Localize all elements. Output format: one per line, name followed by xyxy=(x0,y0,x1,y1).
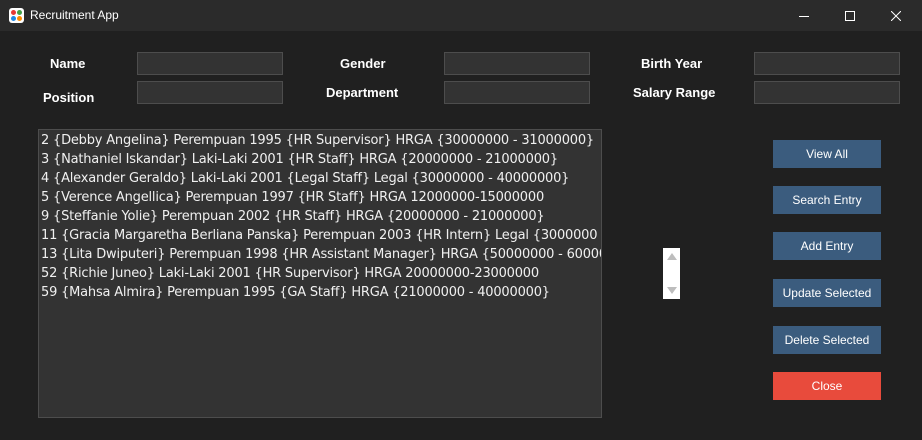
list-item[interactable]: 5 {Verence Angellica} Perempuan 1997 {HR… xyxy=(41,190,544,209)
add-entry-button[interactable]: Add Entry xyxy=(773,232,881,260)
list-item[interactable]: 13 {Lita Dwiputeri} Perempuan 1998 {HR A… xyxy=(41,247,601,266)
close-button[interactable]: Close xyxy=(773,372,881,400)
entries-listbox[interactable]: 2 {Debby Angelina} Perempuan 1995 {HR Su… xyxy=(38,129,602,418)
birth-year-field[interactable] xyxy=(754,52,900,75)
window-close-button[interactable] xyxy=(873,0,919,31)
title-bar: Recruitment App xyxy=(0,0,922,31)
birth-year-label: Birth Year xyxy=(641,56,703,71)
update-selected-button[interactable]: Update Selected xyxy=(773,279,881,307)
name-label: Name xyxy=(50,56,86,71)
position-field[interactable] xyxy=(137,81,283,104)
scroll-down-arrow-icon[interactable] xyxy=(667,287,677,294)
list-item[interactable]: 4 {Alexander Geraldo} Laki-Laki 2001 {Le… xyxy=(41,171,569,190)
window-title: Recruitment App xyxy=(30,8,119,22)
list-item[interactable]: 3 {Nathaniel Iskandar} Laki-Laki 2001 {H… xyxy=(41,152,558,171)
list-item[interactable]: 59 {Mahsa Almira} Perempuan 1995 {GA Sta… xyxy=(41,285,550,304)
view-all-button[interactable]: View All xyxy=(773,140,881,168)
minimize-button[interactable] xyxy=(781,0,827,31)
salary-range-label: Salary Range xyxy=(633,85,716,100)
app-icon xyxy=(9,8,24,23)
scroll-up-arrow-icon[interactable] xyxy=(667,253,677,260)
maximize-button[interactable] xyxy=(827,0,873,31)
department-label: Department xyxy=(326,85,399,100)
close-icon xyxy=(891,10,901,21)
gender-field[interactable] xyxy=(444,52,590,75)
list-item[interactable]: 11 {Gracia Margaretha Berliana Panska} P… xyxy=(41,228,601,247)
name-field[interactable] xyxy=(137,52,283,75)
list-item[interactable]: 2 {Debby Angelina} Perempuan 1995 {HR Su… xyxy=(41,133,594,152)
department-field[interactable] xyxy=(444,81,590,104)
list-scrollbar[interactable] xyxy=(663,248,680,299)
search-entry-button[interactable]: Search Entry xyxy=(773,186,881,214)
gender-label: Gender xyxy=(340,56,386,71)
position-label: Position xyxy=(43,90,95,105)
maximize-icon xyxy=(845,10,855,21)
list-item[interactable]: 9 {Steffanie Yolie} Perempuan 2002 {HR S… xyxy=(41,209,545,228)
delete-selected-button[interactable]: Delete Selected xyxy=(773,326,881,354)
list-item[interactable]: 52 {Richie Juneo} Laki-Laki 2001 {HR Sup… xyxy=(41,266,539,285)
minimize-icon xyxy=(799,15,809,17)
salary-range-field[interactable] xyxy=(754,81,900,104)
